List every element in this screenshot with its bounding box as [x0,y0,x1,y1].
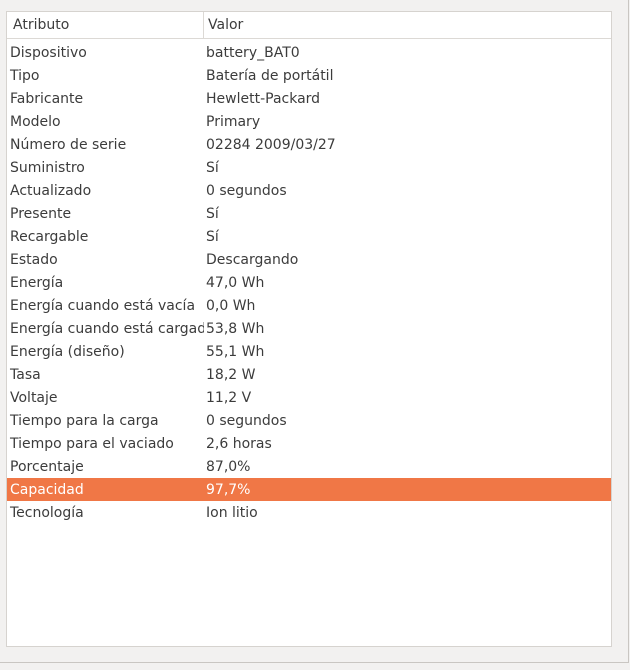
table-header: Atributo Valor [7,12,611,39]
table-row[interactable]: Voltaje 11,2 V [7,386,611,409]
attribute-cell: Voltaje [10,389,58,406]
value-cell: 11,2 V [206,389,252,406]
table-row[interactable]: Capacidad 97,7% [7,478,611,501]
attribute-cell: Tipo [10,67,40,84]
value-cell: 87,0% [206,458,251,475]
attribute-cell: Actualizado [10,182,92,199]
value-cell: Sí [206,205,219,222]
table-row[interactable]: Modelo Primary [7,110,611,133]
attribute-cell: Presente [10,205,72,222]
value-cell: battery_BAT0 [206,44,300,61]
value-cell: Descargando [206,251,299,268]
table-row[interactable]: Tasa 18,2 W [7,363,611,386]
attribute-cell: Porcentaje [10,458,84,475]
attribute-cell: Dispositivo [10,44,87,61]
table-row[interactable]: Suministro Sí [7,156,611,179]
table-row[interactable]: Energía 47,0 Wh [7,271,611,294]
value-cell: 0,0 Wh [206,297,256,314]
value-cell: 02284 2009/03/27 [206,136,336,153]
table-row[interactable]: Presente Sí [7,202,611,225]
table-row[interactable]: Porcentaje 87,0% [7,455,611,478]
properties-table[interactable]: Atributo Valor Dispositivo battery_BAT0 Ti… [6,11,612,647]
value-cell: Batería de portátil [206,67,334,84]
table-row[interactable]: Energía cuando está cargada 53,8 Wh [7,317,611,340]
attribute-cell: Capacidad [10,481,84,498]
window-frame: Atributo Valor Dispositivo battery_BAT0 Ti… [0,0,629,663]
value-cell: Primary [206,113,261,130]
value-cell: 47,0 Wh [206,274,265,291]
value-cell: 18,2 W [206,366,256,383]
attribute-cell: Energía cuando está cargada [10,320,204,337]
value-cell: 97,7% [206,481,251,498]
attribute-cell: Tasa [10,366,41,383]
table-row[interactable]: Energía cuando está vacía 0,0 Wh [7,294,611,317]
table-row[interactable]: Tiempo para la carga 0 segundos [7,409,611,432]
table-row[interactable]: Número de serie 02284 2009/03/27 [7,133,611,156]
value-cell: 53,8 Wh [206,320,265,337]
value-cell: 0 segundos [206,412,287,429]
table-row[interactable]: Estado Descargando [7,248,611,271]
attribute-cell: Energía cuando está vacía [10,297,196,314]
table-body: Dispositivo battery_BAT0 Tipo Batería de po… [7,39,611,524]
value-cell: Sí [206,159,219,176]
value-cell: 2,6 horas [206,435,272,452]
table-row[interactable]: Fabricante Hewlett-Packard [7,87,611,110]
value-cell: Sí [206,228,219,245]
attribute-cell: Estado [10,251,58,268]
attribute-cell: Tiempo para el vaciado [10,435,174,452]
value-cell: Hewlett-Packard [206,90,321,107]
table-row[interactable]: Tecnología Ion litio [7,501,611,524]
attribute-cell: Energía (diseño) [10,343,125,360]
value-cell: 0 segundos [206,182,287,199]
attribute-cell: Fabricante [10,90,84,107]
value-cell: 55,1 Wh [206,343,265,360]
attribute-cell: Energía [10,274,64,291]
table-row[interactable]: Recargable Sí [7,225,611,248]
value-cell: Ion litio [206,504,258,521]
table-row[interactable]: Tipo Batería de portátil [7,64,611,87]
table-row[interactable]: Tiempo para el vaciado 2,6 horas [7,432,611,455]
attribute-cell: Modelo [10,113,61,130]
attribute-cell: Tecnología [10,504,84,521]
table-row[interactable]: Energía (diseño) 55,1 Wh [7,340,611,363]
column-header-attribute[interactable]: Atributo [7,12,204,38]
attribute-cell: Número de serie [10,136,127,153]
column-header-value[interactable]: Valor [204,12,611,38]
table-row[interactable]: Dispositivo battery_BAT0 [7,41,611,64]
attribute-cell: Suministro [10,159,85,176]
attribute-cell: Recargable [10,228,89,245]
table-row[interactable]: Actualizado 0 segundos [7,179,611,202]
attribute-cell: Tiempo para la carga [10,412,159,429]
